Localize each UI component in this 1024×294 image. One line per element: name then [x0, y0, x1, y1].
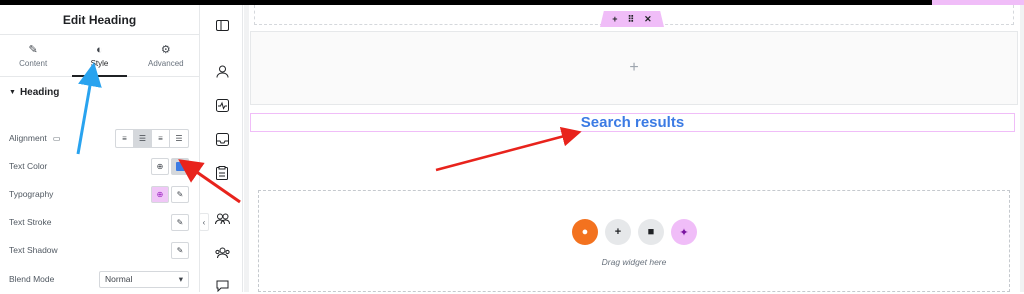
close-icon[interactable]: ✕: [644, 14, 652, 25]
text-stroke-row: Text Stroke ✎: [9, 212, 189, 232]
edit-icon[interactable]: ✎: [171, 185, 189, 203]
contrast-icon: ◐: [96, 43, 103, 56]
users-alt-icon[interactable]: [214, 245, 230, 261]
plus-icon[interactable]: +: [629, 59, 638, 77]
align-center-button[interactable]: ☰: [134, 129, 152, 147]
tab-advanced-label: Advanced: [148, 59, 184, 68]
widget-library-button[interactable]: ●: [572, 219, 598, 245]
clipboard-icon[interactable]: [214, 165, 230, 181]
blend-mode-label: Blend Mode: [9, 274, 55, 284]
inbox-icon[interactable]: [214, 131, 230, 147]
edit-icon[interactable]: ✎: [171, 213, 189, 231]
pencil-icon: ✎: [28, 44, 38, 56]
align-left-button[interactable]: ≡: [116, 129, 134, 147]
heading-text: Search results: [580, 114, 685, 131]
align-right-button[interactable]: ≡: [152, 129, 170, 147]
collapse-panel-button[interactable]: ‹: [199, 213, 209, 231]
text-color-row: Text Color ⊕: [9, 156, 189, 176]
edit-icon[interactable]: ✎: [171, 241, 189, 259]
canvas-edge-left: [244, 5, 249, 292]
drop-zone-buttons: ● + ■ ✦: [572, 219, 697, 245]
heading-widget[interactable]: Search results: [250, 113, 1015, 132]
add-widget-button[interactable]: +: [605, 219, 631, 245]
section-heading-toggle[interactable]: ▼ Heading: [0, 77, 199, 107]
drag-grip-icon[interactable]: ⠿: [628, 14, 635, 25]
canvas-edge-right: [1020, 5, 1024, 292]
container-handle[interactable]: + ⠿ ✕: [600, 11, 664, 27]
globe-icon[interactable]: ⊕: [151, 157, 169, 175]
empty-container[interactable]: +: [250, 31, 1018, 105]
drop-zone[interactable]: ● + ■ ✦ Drag widget here: [258, 190, 1010, 292]
folder-icon[interactable]: ■: [638, 219, 664, 245]
typography-row: Typography ⊕ ✎: [9, 184, 189, 204]
typography-label: Typography: [9, 189, 54, 199]
icon-strip: [201, 5, 243, 292]
chevron-down-icon: ▾: [178, 273, 183, 284]
alignment-buttons: ≡ ☰ ≡ ☰: [115, 128, 189, 148]
text-color-swatch[interactable]: [171, 157, 189, 175]
text-color-label: Text Color: [9, 161, 48, 171]
desktop-icon[interactable]: ▭: [53, 134, 61, 143]
text-shadow-row: Text Shadow ✎: [9, 240, 189, 260]
tab-content[interactable]: ✎ Content: [0, 35, 66, 76]
user-icon[interactable]: [214, 63, 230, 79]
blend-mode-value: Normal: [105, 274, 133, 284]
add-icon[interactable]: +: [612, 14, 617, 24]
text-stroke-label: Text Stroke: [9, 217, 52, 227]
users-icon[interactable]: [214, 211, 230, 227]
panel-title: Edit Heading: [0, 5, 199, 35]
blend-mode-row: Blend Mode Normal ▾: [9, 269, 189, 289]
tab-style-label: Style: [90, 58, 109, 68]
align-justify-button[interactable]: ☰: [170, 130, 188, 147]
editor-panel: Edit Heading ✎ Content ◐ Style ⚙ Advance…: [0, 5, 200, 292]
editor-canvas: + ⠿ ✕ + Search results ● + ■ ✦ Drag widg…: [244, 5, 1024, 292]
tab-style[interactable]: ◐ Style: [66, 35, 132, 77]
alignment-label: Alignment: [9, 133, 47, 143]
alignment-row: Alignment ▭ ≡ ☰ ≡ ☰: [9, 128, 189, 148]
caret-down-icon: ▼: [9, 88, 16, 96]
activity-icon[interactable]: [214, 97, 230, 113]
tab-content-label: Content: [19, 59, 48, 68]
gear-icon: ⚙: [160, 44, 171, 56]
panel-tabs: ✎ Content ◐ Style ⚙ Advanced: [0, 35, 199, 77]
tab-advanced[interactable]: ⚙ Advanced: [133, 35, 199, 76]
section-heading-label: Heading: [19, 86, 60, 98]
ai-sparkle-icon[interactable]: ✦: [671, 219, 697, 245]
text-shadow-label: Text Shadow: [9, 245, 58, 255]
blend-mode-select[interactable]: Normal ▾: [99, 270, 189, 288]
sidebar-layout-icon[interactable]: [214, 17, 230, 33]
globe-icon[interactable]: ⊕: [151, 185, 169, 203]
drop-zone-text: Drag widget here: [601, 257, 667, 267]
